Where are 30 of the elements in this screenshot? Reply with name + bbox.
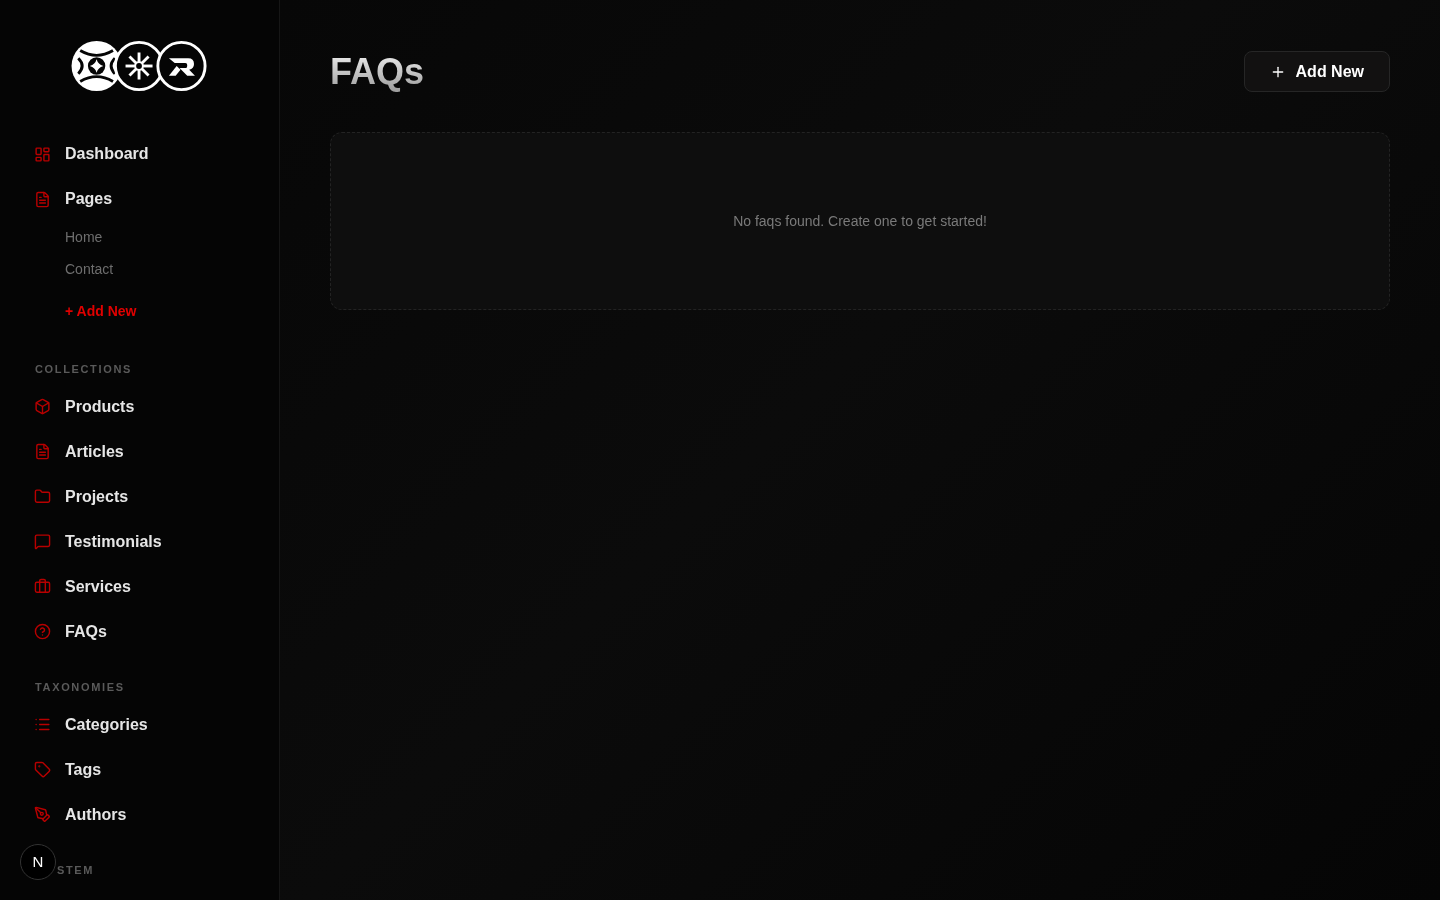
nav-item[interactable]: Products [34, 384, 135, 429]
list-icon [34, 716, 51, 733]
nav-item[interactable]: Tags [34, 747, 102, 792]
nav-item[interactable]: Pages [34, 176, 113, 222]
nav-item[interactable]: Articles [34, 429, 124, 474]
empty-state-message: No faqs found. Create one to get started! [733, 211, 987, 231]
folder-icon [34, 488, 51, 505]
grid-icon [34, 145, 51, 163]
speech-bubble-icon [34, 533, 51, 550]
section-heading: COLLECTIONS [35, 361, 132, 377]
nav-item[interactable]: Authors [34, 792, 127, 837]
document-icon [34, 190, 51, 208]
nav-item[interactable]: Dashboard [34, 131, 149, 177]
nav-item[interactable]: Categories [34, 702, 148, 747]
add-page-link[interactable]: + Add New [65, 295, 137, 328]
document-icon [34, 443, 51, 460]
section-heading: STEM [57, 862, 95, 878]
cube-icon [34, 398, 51, 415]
pen-nib-icon [34, 806, 51, 823]
nav-item[interactable]: Testimonials [34, 519, 162, 564]
briefcase-icon [34, 578, 51, 595]
add-new-button[interactable]: Add New [1243, 51, 1390, 92]
section-heading: TAXONOMIES [35, 679, 125, 695]
tag-icon [34, 761, 51, 778]
nav-item[interactable]: FAQs [34, 609, 107, 654]
nav-item[interactable]: Projects [34, 474, 129, 519]
nav-item[interactable]: Services [34, 564, 131, 609]
nav-subitem[interactable]: Contact [65, 253, 114, 286]
help-icon [34, 623, 51, 640]
nav-subitem[interactable]: Home [65, 221, 103, 254]
